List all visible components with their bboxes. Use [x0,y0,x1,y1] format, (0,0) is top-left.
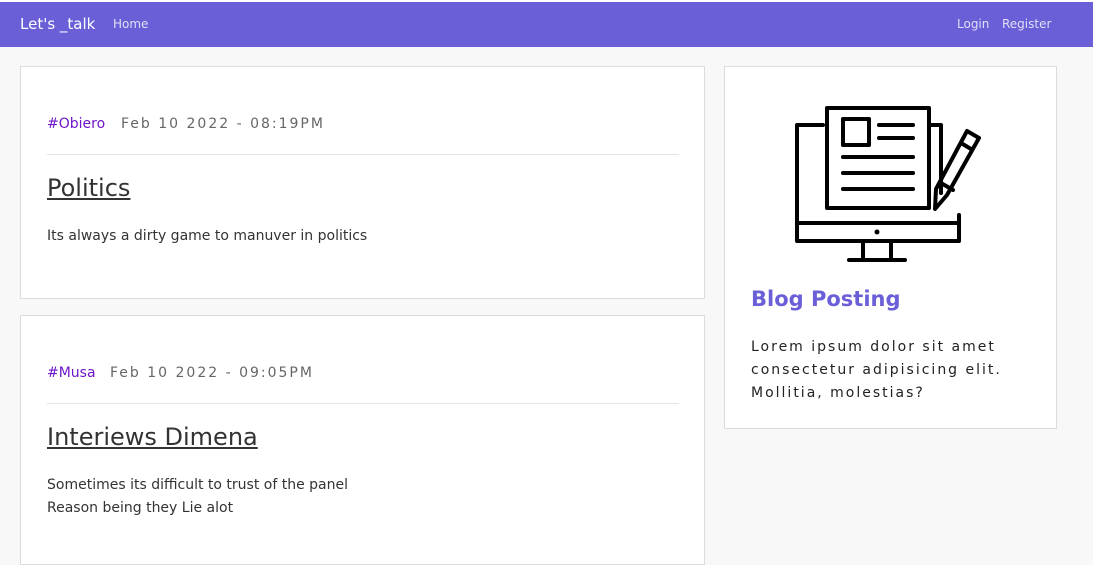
post-body-line: Sometimes its difficult to trust of the … [47,477,348,493]
sidebar-title: Blog Posting [751,287,901,311]
sidebar-text: Lorem ipsum dolor sit amet consectetur a… [751,339,1002,401]
post-body: Its always a dirty game to manuver in po… [47,225,367,248]
post-divider [47,154,679,155]
nav-login-link[interactable]: Login [957,17,989,31]
post-card: #Obiero Feb 10 2022 - 08:19PM Politics I… [20,66,705,299]
nav-register-link[interactable]: Register [1002,17,1051,31]
post-date: Feb 10 2022 - 08:19PM [121,116,325,132]
post-body-line: Reason being they Lie alot [47,500,234,516]
post-divider [47,403,679,404]
sidebar-card: Blog Posting Lorem ipsum dolor sit amet … [724,66,1057,429]
post-body: Sometimes its difficult to trust of the … [47,474,348,520]
brand-logo[interactable]: Let's _talk [20,15,95,33]
post-body-line: Its always a dirty game to manuver in po… [47,228,368,244]
post-author-link[interactable]: #Musa [47,365,96,381]
post-title-link[interactable]: Interiews Dimena [47,423,258,451]
blog-posting-icon [795,106,981,262]
post-title-link[interactable]: Politics [47,174,130,202]
post-author-link[interactable]: #Obiero [47,116,105,132]
nav-home-link[interactable]: Home [113,17,148,31]
post-card: #Musa Feb 10 2022 - 09:05PM Interiews Di… [20,315,705,565]
navbar: Let's _talk Home Login Register [0,2,1093,47]
post-date: Feb 10 2022 - 09:05PM [110,365,314,381]
